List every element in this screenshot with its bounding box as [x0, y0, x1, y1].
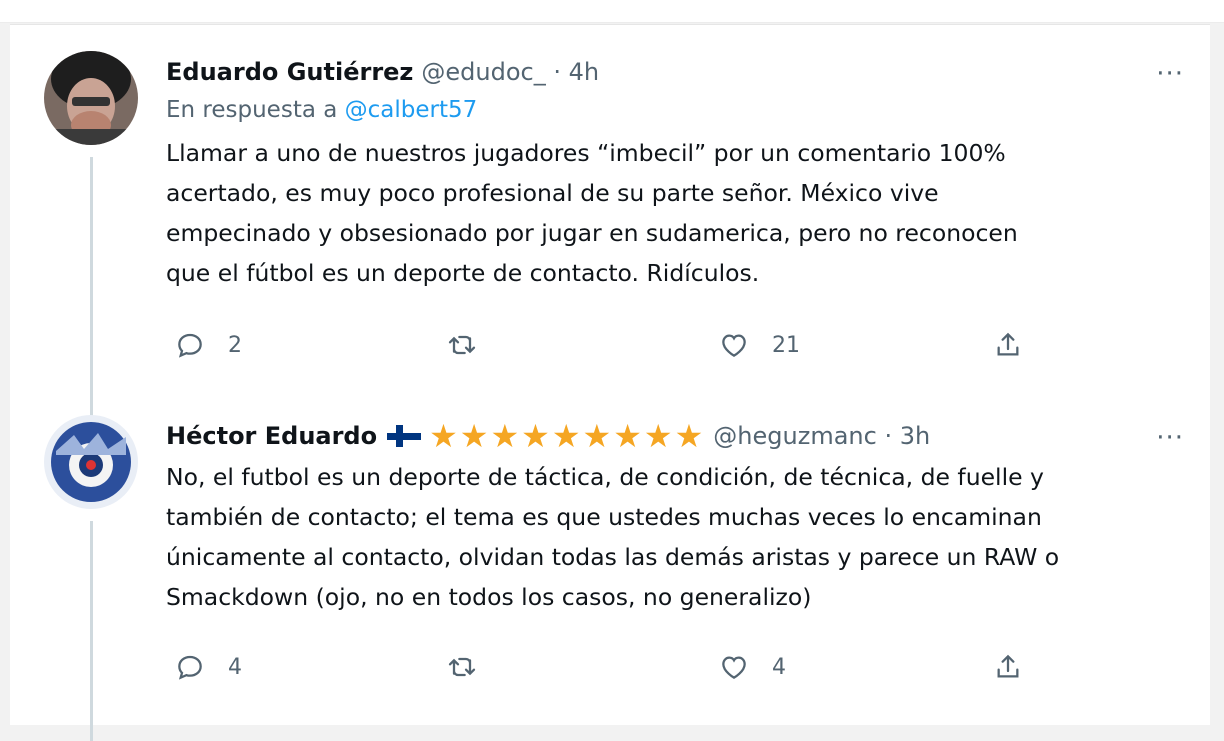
like-icon	[722, 334, 746, 357]
reply-mention-link[interactable]: @calbert57	[345, 97, 478, 123]
share-icon	[997, 654, 1019, 678]
more-icon[interactable]: ···	[1156, 59, 1184, 89]
reply-count: 2	[228, 332, 242, 358]
tweet-text-line: No, el futbol es un deporte de táctica, …	[166, 463, 1044, 491]
author-handle-time[interactable]: @heguzmanc · 3h	[713, 419, 930, 453]
retweet-icon	[448, 335, 476, 355]
reply-icon	[178, 333, 202, 358]
tweet-text: Llamar a uno de nuestros jugadores “imbe…	[166, 133, 1180, 293]
reply-context: En respuesta a @calbert57	[166, 93, 1180, 127]
author-name[interactable]: Eduardo Gutiérrez	[166, 55, 413, 89]
tweet-header: Héctor Eduardo ★★★★★★★★★ @heguzmanc · 3h	[166, 419, 1180, 453]
like-count: 4	[772, 654, 786, 680]
reply-count: 4	[228, 654, 242, 680]
retweet-icon	[448, 657, 476, 677]
retweet-button[interactable]	[446, 647, 500, 687]
reply-prefix: En respuesta a	[166, 97, 338, 123]
tweet-actions: 2 21	[166, 325, 1046, 365]
star-icon: ★★★★★★★★★	[429, 417, 706, 455]
reply-button[interactable]: 4	[174, 647, 242, 687]
reply-icon	[178, 655, 202, 680]
previous-tweet-fragment: · ·	[0, 0, 1224, 23]
tweet-text-line: que el fútbol es un deporte de contacto.…	[166, 259, 760, 287]
avatar-hector-eduardo[interactable]	[44, 415, 138, 509]
tweet-text: No, el futbol es un deporte de táctica, …	[166, 457, 1180, 617]
previous-tweet-actions-icon: · ·	[88, 0, 762, 8]
share-button[interactable]	[992, 325, 1024, 365]
share-icon	[997, 332, 1019, 356]
tweet-text-line: acertado, es muy poco profesional de su …	[166, 179, 939, 207]
author-handle-time[interactable]: @edudoc_ · 4h	[421, 55, 599, 89]
tweet-text-line: Smackdown (ojo, no en todos los casos, n…	[166, 583, 812, 611]
like-count: 21	[772, 332, 800, 358]
tweet-text-line: empecinado y obsesionado por jugar en su…	[166, 219, 1018, 247]
tweet-thread: Eduardo Gutiérrez @edudoc_ · 4h En respu…	[10, 24, 1210, 741]
avatar-image	[44, 415, 138, 509]
thread-connector-line	[90, 157, 93, 427]
avatar-image	[44, 51, 138, 145]
tweet-text-line: también de contacto; el tema es que uste…	[166, 503, 1042, 531]
like-icon	[722, 656, 746, 679]
like-button[interactable]: 4	[718, 647, 786, 687]
tweet-actions: 4 4	[166, 647, 1046, 687]
finland-flag-icon	[387, 425, 422, 447]
retweet-button[interactable]	[446, 325, 500, 365]
thread-connector-line	[90, 521, 93, 741]
share-button[interactable]	[992, 647, 1024, 687]
more-icon[interactable]: ···	[1156, 423, 1184, 453]
reply-button[interactable]: 2	[174, 325, 242, 365]
avatar-eduardo-gutierrez[interactable]	[44, 51, 138, 145]
tweet-header: Eduardo Gutiérrez @edudoc_ · 4h	[166, 55, 1180, 89]
tweet-text-line: Llamar a uno de nuestros jugadores “imbe…	[166, 139, 1006, 167]
author-name[interactable]: Héctor Eduardo	[166, 419, 377, 453]
tweet-text-line: únicamente al contacto, olvidan todas la…	[166, 543, 1060, 571]
like-button[interactable]: 21	[718, 325, 800, 365]
